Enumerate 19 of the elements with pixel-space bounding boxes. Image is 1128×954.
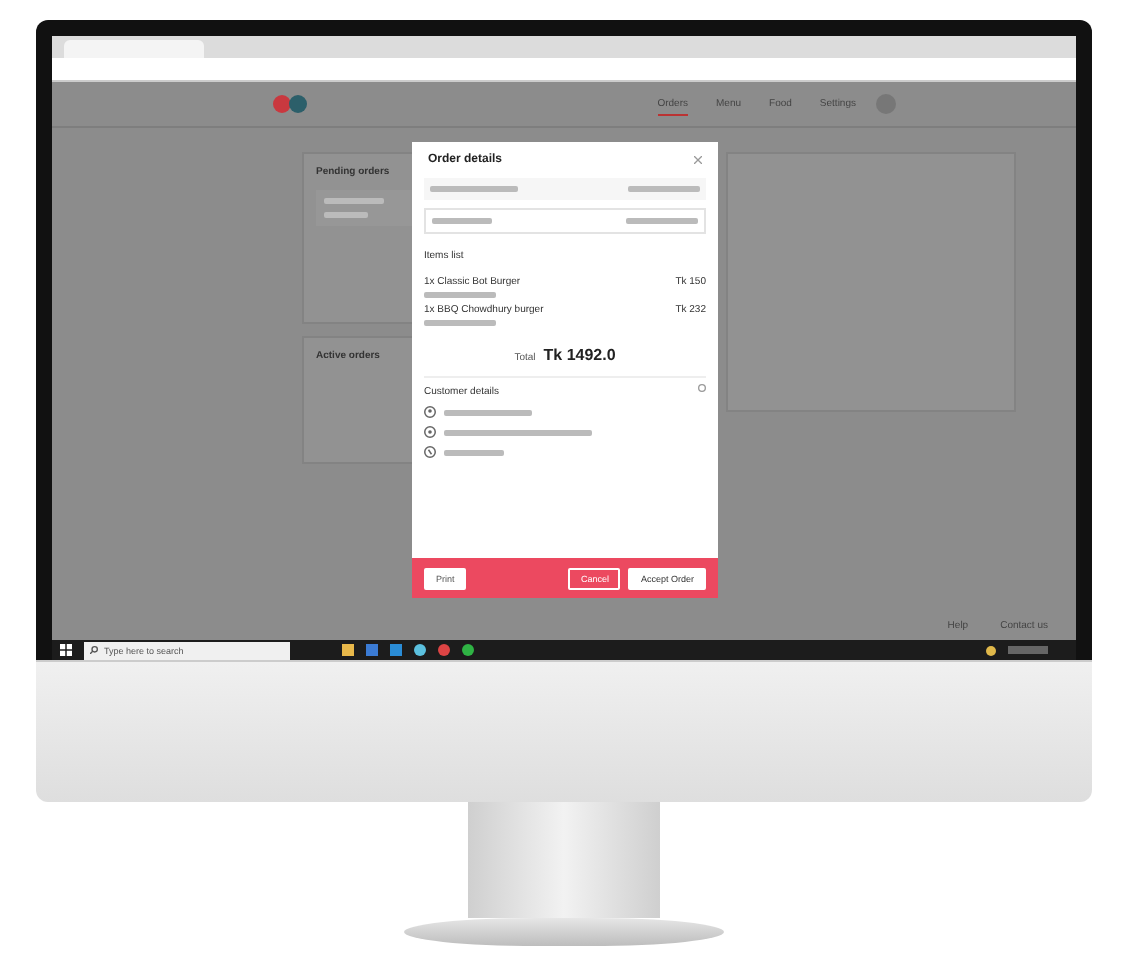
- text-line: [444, 409, 532, 415]
- text-line: [432, 218, 492, 224]
- order-card[interactable]: [316, 190, 412, 226]
- text-line: [324, 212, 368, 218]
- search-icon: [90, 646, 98, 654]
- text-line: [626, 218, 698, 224]
- total-amount: Tk 1492.0: [543, 346, 616, 364]
- address-bar[interactable]: [52, 58, 1076, 82]
- browser-tab[interactable]: [64, 40, 204, 58]
- info-icon: [698, 384, 706, 392]
- logo-icon: [272, 94, 312, 114]
- text-line: [324, 198, 384, 204]
- text-line: [628, 186, 700, 192]
- text-line: [444, 449, 504, 455]
- text-line: [424, 320, 496, 326]
- windows-start-icon[interactable]: [60, 644, 72, 656]
- close-icon[interactable]: [694, 156, 702, 164]
- text-line: [424, 292, 496, 298]
- text-line: [430, 186, 518, 192]
